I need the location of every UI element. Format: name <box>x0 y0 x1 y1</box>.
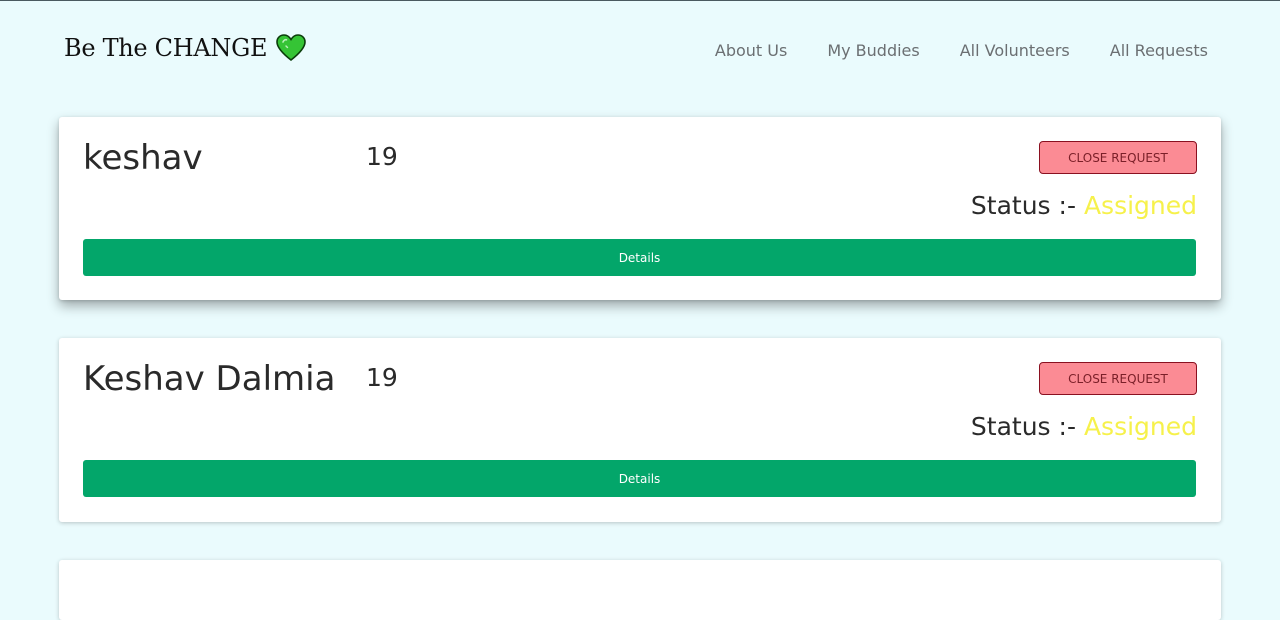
request-card: keshav 19 CLOSE REQUEST Status :- Assign… <box>59 117 1221 300</box>
nav-my-buddies[interactable]: My Buddies <box>827 41 919 60</box>
status-label: Status :- <box>970 191 1076 220</box>
brand-title[interactable]: Be The CHANGE <box>64 34 267 62</box>
nav-all-volunteers[interactable]: All Volunteers <box>960 41 1070 60</box>
details-button[interactable]: Details <box>83 239 1196 276</box>
requester-name: Keshav Dalmia <box>83 359 336 399</box>
requester-name: keshav <box>83 138 203 178</box>
status-value: Assigned <box>1083 191 1197 220</box>
navbar: Be The CHANGE About Us My Buddies All Vo… <box>0 1 1280 91</box>
nav-about-us[interactable]: About Us <box>715 41 787 60</box>
nav-all-requests[interactable]: All Requests <box>1110 41 1208 60</box>
requester-age: 19 <box>366 142 398 171</box>
close-request-button[interactable]: CLOSE REQUEST <box>1039 141 1197 174</box>
status-row: Status :- Assigned <box>971 412 1197 441</box>
status-value: Assigned <box>1083 412 1197 441</box>
nav-links: About Us My Buddies All Volunteers All R… <box>675 41 1208 60</box>
details-button[interactable]: Details <box>83 460 1196 497</box>
status-label: Status :- <box>970 412 1076 441</box>
brand[interactable]: Be The CHANGE <box>64 34 306 62</box>
status-row: Status :- Assigned <box>971 191 1197 220</box>
green-heart-icon <box>276 34 306 62</box>
request-card-partial <box>59 560 1221 620</box>
requester-age: 19 <box>366 363 398 392</box>
close-request-button[interactable]: CLOSE REQUEST <box>1039 362 1197 395</box>
request-card: Keshav Dalmia 19 CLOSE REQUEST Status :-… <box>59 338 1221 522</box>
